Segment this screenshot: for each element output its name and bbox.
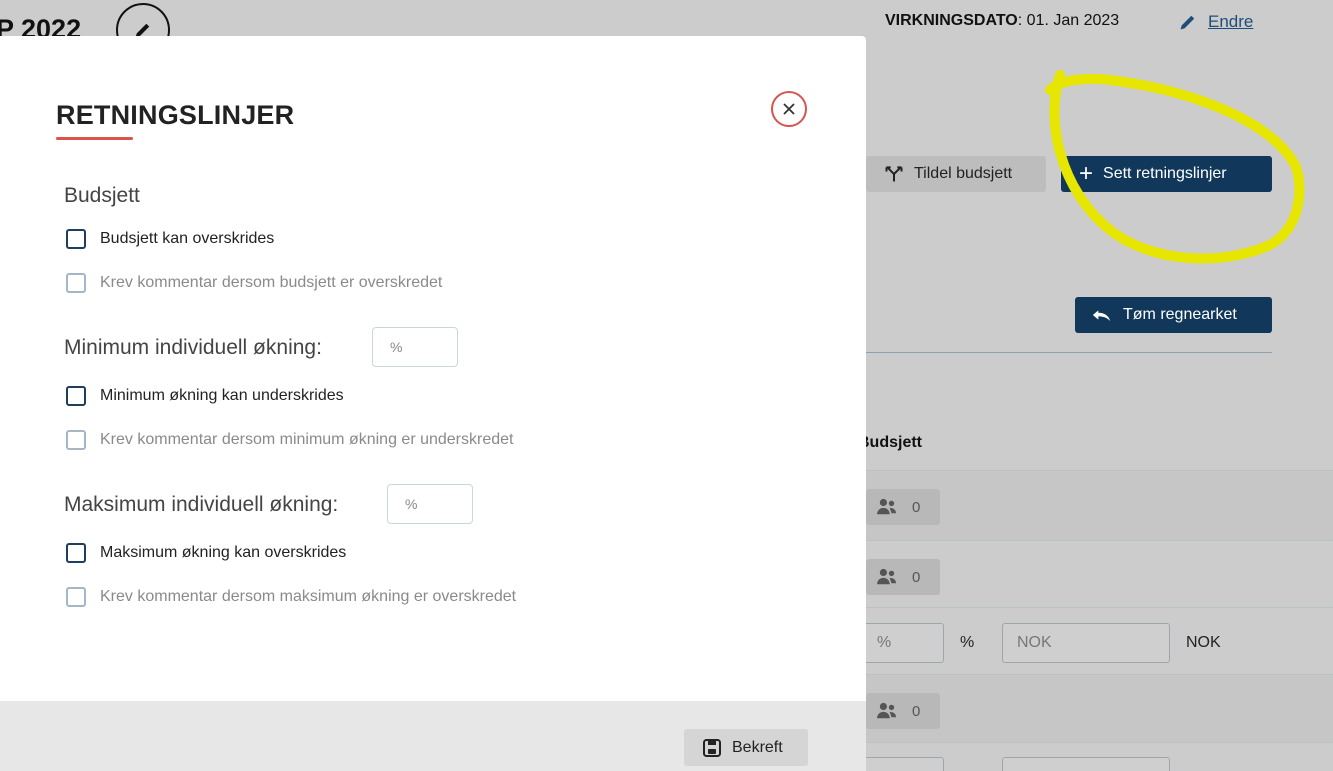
modal-title: RETNINGSLINJER [56, 100, 295, 130]
close-button[interactable] [771, 91, 807, 127]
budsjett-can-exceed-checkbox[interactable] [66, 229, 86, 249]
table-row: 0 [866, 470, 1333, 540]
maksimum-comment-row[interactable]: Krev kommentar dersom maksimum økning er… [66, 587, 516, 607]
close-icon [783, 103, 795, 115]
pct-input[interactable]: % [862, 623, 944, 663]
pct-unit: % [960, 634, 975, 651]
retningslinjer-modal: RETNINGSLINJER Budsjett Budsjett kan ove… [0, 36, 866, 771]
table-row: % % NOK NOK [862, 607, 1333, 674]
maksimum-percent-input[interactable]: % [387, 484, 473, 524]
minimum-can-exceed-row[interactable]: Minimum økning kan underskrides [66, 386, 344, 406]
table-row [862, 742, 1333, 771]
undo-icon [1092, 310, 1111, 321]
people-count[interactable]: 0 [866, 693, 940, 729]
tildel-budsjett-button[interactable]: Tildel budsjett [866, 156, 1046, 192]
budsjett-section-label: Budsjett [64, 184, 140, 207]
minimum-can-exceed-checkbox[interactable] [66, 386, 86, 406]
people-count[interactable]: 0 [866, 559, 940, 595]
nok-input[interactable]: NOK [1002, 623, 1170, 663]
maksimum-comment-checkbox[interactable] [66, 587, 86, 607]
tom-regnearket-button[interactable]: Tøm regnearket [1075, 297, 1272, 333]
people-icon [877, 568, 896, 585]
modal-footer: Bekreft [0, 701, 866, 771]
maksimum-can-exceed-row[interactable]: Maksimum økning kan overskrides [66, 543, 346, 563]
pencil-icon [1180, 15, 1195, 30]
maksimum-section-label: Maksimum individuell økning: [64, 493, 339, 516]
minimum-percent-input[interactable]: % [372, 327, 458, 367]
budsjett-column-header: Budsjett [858, 434, 922, 451]
highlight-annotation [1045, 70, 1305, 264]
people-count[interactable]: 0 [866, 489, 940, 525]
table-row: 0 [866, 674, 1333, 742]
minimum-comment-row[interactable]: Krev kommentar dersom minimum økning er … [66, 430, 513, 450]
minimum-section-label: Minimum individuell økning: [64, 336, 322, 359]
split-icon [885, 166, 903, 182]
table-row: 0 [866, 540, 1333, 607]
budsjett-can-exceed-row[interactable]: Budsjett kan overskrides [66, 229, 274, 249]
budsjett-comment-row[interactable]: Krev kommentar dersom budsjett er oversk… [66, 273, 442, 293]
minimum-comment-checkbox[interactable] [66, 430, 86, 450]
nok-unit: NOK [1186, 634, 1221, 651]
maksimum-can-exceed-checkbox[interactable] [66, 543, 86, 563]
people-icon [877, 498, 896, 515]
divider [866, 352, 1272, 353]
people-icon [877, 702, 896, 719]
virkningsdato: VIRKNINGSDATO: 01. Jan 2023 [885, 12, 1120, 29]
save-icon [703, 738, 721, 757]
pct-input[interactable] [862, 757, 944, 771]
bekreft-button[interactable]: Bekreft [684, 729, 808, 766]
endre-link[interactable]: Endre [1178, 12, 1253, 32]
budsjett-comment-checkbox[interactable] [66, 273, 86, 293]
title-underline [56, 137, 133, 140]
nok-input[interactable] [1002, 757, 1170, 771]
